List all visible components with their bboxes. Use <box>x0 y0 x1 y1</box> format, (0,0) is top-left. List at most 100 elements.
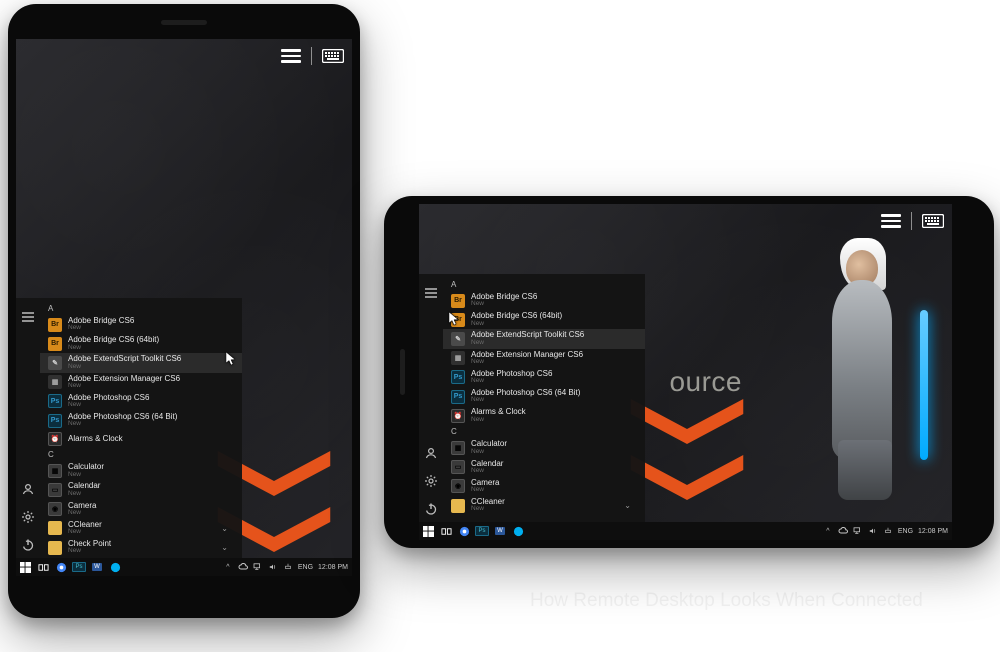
app-label: Adobe Extension Manager CS6 <box>471 351 583 359</box>
app-item[interactable]: PsAdobe Photoshop CS6 (64 Bit)New <box>40 411 242 430</box>
app-icon <box>451 499 465 513</box>
clock[interactable]: 12:08 PM <box>918 528 948 535</box>
safe-remove-icon[interactable] <box>283 562 293 572</box>
list-section-header[interactable]: C <box>443 425 645 438</box>
app-item[interactable]: CCleanerNew⌄ <box>443 496 645 515</box>
app-label: Adobe Photoshop CS6 (64 Bit) <box>471 389 580 397</box>
skype-icon[interactable] <box>509 522 527 540</box>
list-section-header[interactable]: A <box>443 278 645 291</box>
app-icon: ▭ <box>48 483 62 497</box>
new-badge: New <box>68 472 104 479</box>
app-icon: ✎ <box>451 332 465 346</box>
app-item[interactable]: Check PointNew⌄ <box>40 538 242 557</box>
app-item[interactable]: PsAdobe Photoshop CS6New <box>40 392 242 411</box>
photoshop-tb-icon[interactable]: Ps <box>70 558 88 576</box>
app-item[interactable]: ▭CalendarNew <box>40 480 242 499</box>
power-icon[interactable] <box>424 502 438 516</box>
settings-icon[interactable] <box>424 474 438 488</box>
new-badge: New <box>68 548 111 555</box>
user-icon[interactable] <box>424 446 438 460</box>
start-button[interactable] <box>16 558 34 576</box>
keyboard-icon[interactable] <box>322 49 344 63</box>
app-item[interactable]: ✎Adobe ExtendScript Toolkit CS6New <box>40 353 242 372</box>
new-badge: New <box>471 397 580 404</box>
list-section-header[interactable]: A <box>40 302 242 315</box>
start-button[interactable] <box>419 522 437 540</box>
app-item[interactable]: ▦CalculatorNew <box>40 461 242 480</box>
power-icon[interactable] <box>21 538 35 552</box>
hamburger-rail-icon[interactable] <box>21 310 35 324</box>
cloud-icon[interactable] <box>838 526 848 536</box>
photoshop-tb-icon[interactable]: Ps <box>473 522 491 540</box>
taskview-icon[interactable] <box>437 522 455 540</box>
app-icon <box>48 541 62 555</box>
taskbar: Ps W ^ ENG 12:08 PM <box>16 558 352 576</box>
list-section-header[interactable]: C <box>40 448 242 461</box>
clock[interactable]: 12:08 PM <box>318 564 348 571</box>
app-label: Adobe ExtendScript Toolkit CS6 <box>471 331 584 339</box>
app-item[interactable]: BrAdobe Bridge CS6New <box>443 291 645 310</box>
word-tb-icon[interactable]: W <box>88 558 106 576</box>
app-item[interactable]: ▦Adobe Extension Manager CS6New <box>443 349 645 368</box>
app-item[interactable]: CCleanerNew⌄ <box>40 519 242 538</box>
network-icon[interactable] <box>853 526 863 536</box>
app-item[interactable]: BrAdobe Bridge CS6 (64bit)New <box>443 310 645 329</box>
chrome-icon[interactable] <box>52 558 70 576</box>
language-indicator[interactable]: ENG <box>898 528 913 535</box>
app-item[interactable]: ⏰Alarms & Clock <box>40 430 242 448</box>
phone-landscape: ource <box>384 196 994 548</box>
app-icon: ▦ <box>451 351 465 365</box>
new-badge: New <box>471 487 499 494</box>
app-item[interactable]: PsAdobe Photoshop CS6New <box>443 368 645 387</box>
app-icon: ▦ <box>48 464 62 478</box>
new-badge: New <box>68 421 177 428</box>
app-icon: ⏰ <box>451 409 465 423</box>
remote-menu-icon[interactable] <box>881 214 901 228</box>
app-item[interactable]: ▭CalendarNew <box>443 458 645 477</box>
new-badge: New <box>68 510 96 517</box>
app-item[interactable]: BrAdobe Bridge CS6New <box>40 315 242 334</box>
keyboard-icon[interactable] <box>922 214 944 228</box>
app-item[interactable]: ▦Adobe Extension Manager CS6New <box>40 373 242 392</box>
app-item[interactable]: ◉CameraNew <box>40 500 242 519</box>
app-item[interactable]: PsAdobe Photoshop CS6 (64 Bit)New <box>443 387 645 406</box>
remote-screen-landscape: ource <box>419 204 952 540</box>
app-icon: Br <box>48 337 62 351</box>
app-item[interactable]: ⏰Alarms & ClockNew <box>443 406 645 425</box>
new-badge: New <box>471 449 507 456</box>
settings-icon[interactable] <box>21 510 35 524</box>
app-item[interactable]: ▦CalculatorNew <box>443 438 645 457</box>
app-icon: Br <box>451 294 465 308</box>
app-label: Adobe ExtendScript Toolkit CS6 <box>68 355 181 363</box>
tray-up-icon[interactable]: ^ <box>223 562 233 572</box>
app-item[interactable]: BrAdobe Bridge CS6 (64bit)New <box>40 334 242 353</box>
new-badge: New <box>471 301 537 308</box>
phone-portrait: ABrAdobe Bridge CS6NewBrAdobe Bridge CS6… <box>8 4 360 618</box>
app-label: Adobe Extension Manager CS6 <box>68 375 180 383</box>
skype-icon[interactable] <box>106 558 124 576</box>
phone-speaker <box>400 349 405 395</box>
chrome-icon[interactable] <box>455 522 473 540</box>
app-item[interactable]: ✎Adobe ExtendScript Toolkit CS6New <box>443 329 645 348</box>
hamburger-rail-icon[interactable] <box>424 286 438 300</box>
tray-up-icon[interactable]: ^ <box>823 526 833 536</box>
language-indicator[interactable]: ENG <box>298 564 313 571</box>
safe-remove-icon[interactable] <box>883 526 893 536</box>
separator <box>911 212 912 230</box>
user-icon[interactable] <box>21 482 35 496</box>
taskview-icon[interactable] <box>34 558 52 576</box>
cloud-icon[interactable] <box>238 562 248 572</box>
remote-screen-portrait: ABrAdobe Bridge CS6NewBrAdobe Bridge CS6… <box>16 39 352 576</box>
app-icon: ▦ <box>451 441 465 455</box>
volume-icon[interactable] <box>868 526 878 536</box>
new-badge: New <box>471 506 505 513</box>
volume-icon[interactable] <box>268 562 278 572</box>
remote-menu-icon[interactable] <box>281 49 301 63</box>
network-icon[interactable] <box>253 562 263 572</box>
new-badge: New <box>471 321 562 328</box>
app-label: Adobe Bridge CS6 (64bit) <box>471 312 562 320</box>
new-badge: New <box>68 491 100 498</box>
app-item[interactable]: ◉CameraNew <box>443 477 645 496</box>
word-tb-icon[interactable]: W <box>491 522 509 540</box>
app-icon: ▦ <box>48 375 62 389</box>
